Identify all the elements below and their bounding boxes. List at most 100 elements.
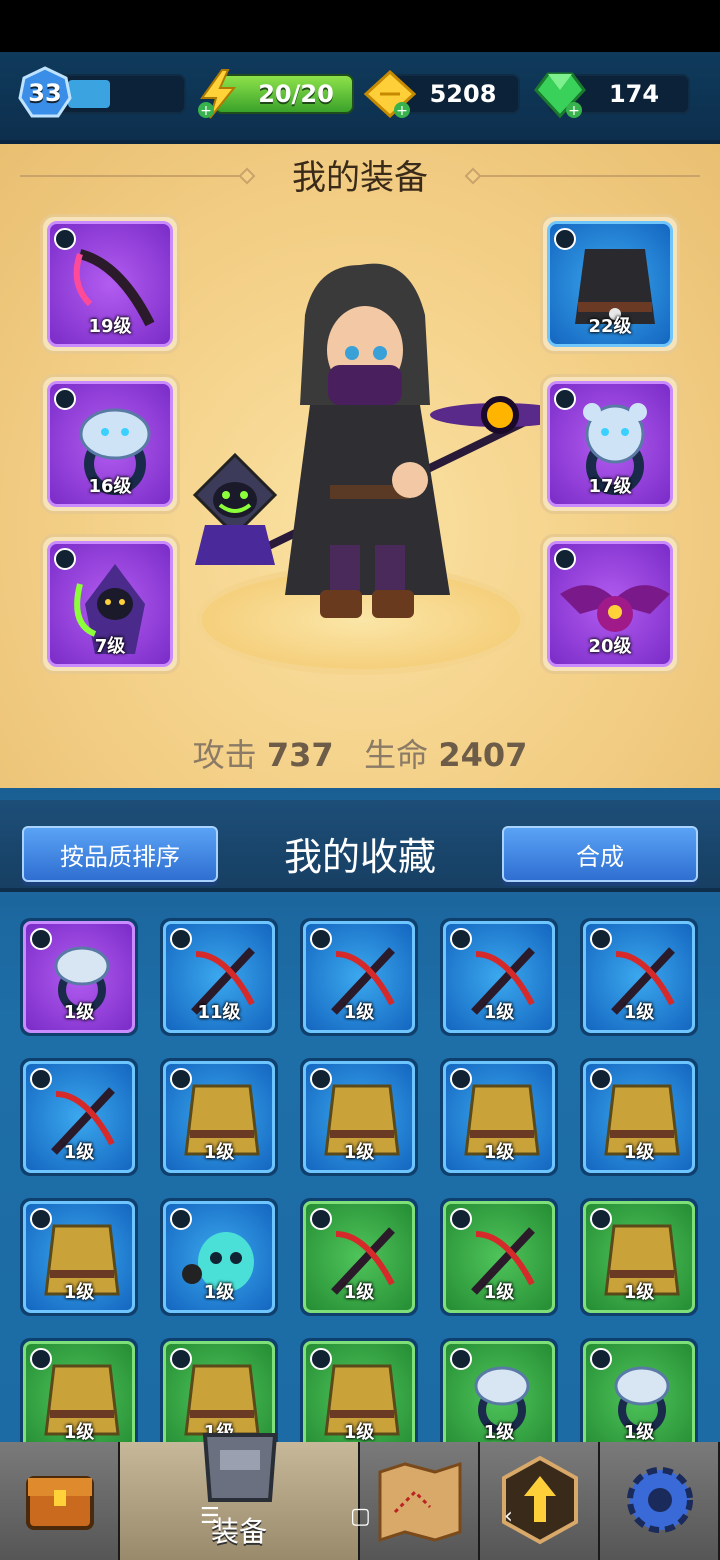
weapon-type-icon <box>450 928 472 950</box>
svg-text:+: + <box>396 103 408 119</box>
system-status-bar <box>0 0 720 52</box>
item-frame: 1级 <box>303 1061 415 1173</box>
item-frame: 1级 <box>23 1341 135 1453</box>
collection-item[interactable]: 1级 <box>440 1338 558 1456</box>
armor-type-icon <box>30 1348 52 1370</box>
hero-character[interactable] <box>180 255 600 630</box>
equip-slot-ring-2[interactable]: 17级 <box>540 374 680 514</box>
player-level-badge[interactable]: 33 <box>18 66 72 120</box>
collection-item[interactable]: 1级 <box>440 1198 558 1316</box>
collection-item[interactable]: 1级 <box>300 918 418 1036</box>
collection-item[interactable]: 1级 <box>580 918 698 1036</box>
collection-item[interactable]: 1级 <box>160 1198 278 1316</box>
armor-type-icon <box>554 228 576 250</box>
item-level: 1级 <box>343 1002 375 1023</box>
collection-item[interactable]: 1级 <box>300 1058 418 1176</box>
collection-item[interactable]: 1级 <box>20 1338 138 1456</box>
weapon-type-icon <box>30 1068 52 1090</box>
armor-type-icon <box>170 1348 192 1370</box>
tab-map[interactable] <box>360 1442 480 1560</box>
hp-label: 生命 <box>364 736 429 774</box>
item-frame: 1级 <box>303 1341 415 1453</box>
slot-level: 19级 <box>88 316 132 337</box>
armor-type-icon <box>590 1208 612 1230</box>
item-level: 1级 <box>343 1422 375 1443</box>
weapon-type-icon <box>310 1208 332 1230</box>
item-frame: 1级 <box>23 1061 135 1173</box>
collection-item[interactable]: 1级 <box>160 1058 278 1176</box>
equip-slot-ring[interactable]: 16级 <box>40 374 180 514</box>
collection-item[interactable]: 1级 <box>440 1058 558 1176</box>
tab-equipment-label: 装备 <box>210 1515 267 1548</box>
tab-settings[interactable] <box>600 1442 720 1560</box>
gem-value: 174 <box>608 80 660 108</box>
collection-item[interactable]: 1级 <box>580 1198 698 1316</box>
armor-type-icon <box>170 1068 192 1090</box>
equipment-title: 我的装备 <box>292 158 428 198</box>
attack-value: 737 <box>266 736 334 774</box>
pet-type-icon <box>170 1208 192 1230</box>
equip-slot-pet-2[interactable]: 20级 <box>540 534 680 674</box>
green-gem-icon: + <box>534 72 586 119</box>
item-level: 1级 <box>63 1282 95 1303</box>
item-level: 1级 <box>203 1282 235 1303</box>
svg-text:+: + <box>568 103 580 119</box>
gear-icon <box>627 1467 693 1533</box>
slot-level: 20级 <box>588 636 632 657</box>
collection-item[interactable]: 1级 <box>300 1198 418 1316</box>
item-level: 1级 <box>343 1282 375 1303</box>
xp-fill <box>68 80 110 108</box>
item-frame: 1级 <box>23 921 135 1033</box>
item-frame: 1级 <box>163 1201 275 1313</box>
item-frame: 1级 <box>443 1341 555 1453</box>
collection-title: 我的收藏 <box>283 835 436 879</box>
armor-type-icon <box>310 1068 332 1090</box>
item-level: 1级 <box>483 1002 515 1023</box>
equip-slot-pet[interactable]: 7级 <box>40 534 180 674</box>
collection-item[interactable]: 1级 <box>300 1338 418 1456</box>
armor-type-icon <box>450 1068 472 1090</box>
item-level: 1级 <box>623 1422 655 1443</box>
back-icon[interactable]: ‹ <box>504 1504 513 1529</box>
tab-upgrade[interactable] <box>480 1442 600 1560</box>
sort-by-quality-button[interactable]: 按品质排序 <box>22 826 218 882</box>
gold-coin-icon: + <box>363 69 417 119</box>
treasure-map-icon <box>378 1461 462 1543</box>
equip-slot-armor[interactable]: 22级 <box>540 214 680 354</box>
item-frame: 1级 <box>443 1061 555 1173</box>
item-frame: 11级 <box>163 921 275 1033</box>
ring-type-icon <box>450 1348 472 1370</box>
slot-level: 16级 <box>88 476 132 497</box>
equip-slot-weapon[interactable]: 19级 <box>40 214 180 354</box>
tab-shop[interactable] <box>0 1442 120 1560</box>
item-level: 1级 <box>63 1002 95 1023</box>
collection-item[interactable]: 11级 <box>160 918 278 1036</box>
ring-type-icon <box>554 388 576 410</box>
item-level: 1级 <box>623 1282 655 1303</box>
energy-bolt-icon: + <box>198 69 237 119</box>
item-level: 1级 <box>63 1142 95 1163</box>
item-level: 1级 <box>483 1282 515 1303</box>
weapon-type-icon <box>310 928 332 950</box>
armor-type-icon <box>30 1208 52 1230</box>
svg-text:+: + <box>200 103 212 119</box>
home-icon[interactable]: ▢ <box>350 1504 371 1529</box>
armor-tab-icon <box>202 1433 278 1502</box>
merge-button[interactable]: 合成 <box>502 826 698 882</box>
recent-apps-icon[interactable]: ☰ <box>200 1504 220 1529</box>
item-level: 1级 <box>483 1142 515 1163</box>
collection-item[interactable]: 1级 <box>580 1058 698 1176</box>
pet-type-icon <box>54 548 76 570</box>
treasure-chest-icon <box>26 1476 94 1530</box>
weapon-type-icon <box>590 928 612 950</box>
collection-item[interactable]: 1级 <box>20 918 138 1036</box>
collection-item[interactable]: 1级 <box>20 1058 138 1176</box>
collection-item[interactable]: 1级 <box>440 918 558 1036</box>
item-frame: 1级 <box>443 921 555 1033</box>
item-frame: 1级 <box>303 921 415 1033</box>
item-level: 1级 <box>203 1142 235 1163</box>
weapon-type-icon <box>450 1208 472 1230</box>
collection-item[interactable]: 1级 <box>20 1198 138 1316</box>
hero-stats: 攻击 737 生命 2407 <box>0 730 720 776</box>
collection-item[interactable]: 1级 <box>580 1338 698 1456</box>
